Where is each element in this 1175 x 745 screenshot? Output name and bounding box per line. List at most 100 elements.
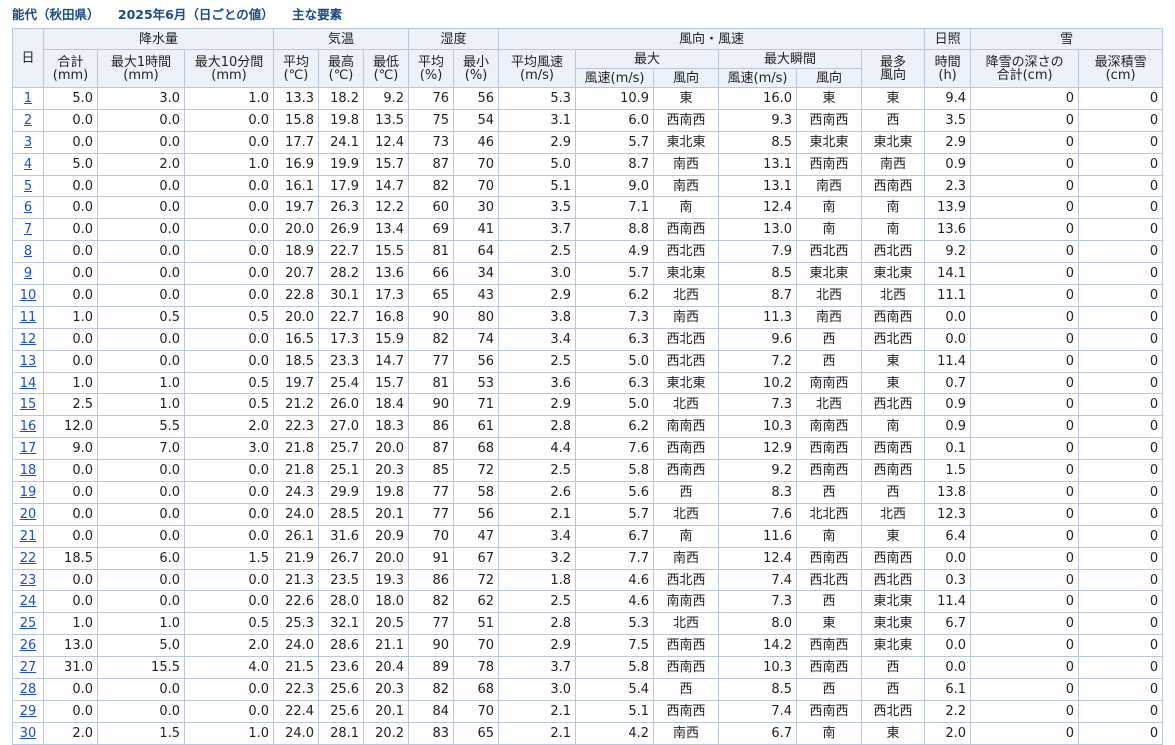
day-link[interactable]: 5 [24,179,32,194]
table-cell: 0 [970,87,1080,110]
day-link[interactable]: 22 [20,551,37,566]
day-link[interactable]: 19 [20,485,37,500]
table-cell: 2.5 [43,393,98,417]
table-cell: 21.8 [273,437,320,461]
table-cell: 14.7 [363,174,410,198]
table-cell: 8.0 [718,612,798,636]
table-cell: 西南西 [796,437,863,461]
table-cell: 3.6 [498,371,577,395]
table-cell: 0 [970,262,1080,286]
table-cell: 0.0 [183,327,275,351]
table-cell: 28.5 [318,502,365,526]
table-cell: 60 [408,196,455,220]
table-cell: 7.9 [718,240,798,264]
table-cell: 15.7 [363,152,410,176]
table-cell: 南南西 [796,371,863,395]
table-cell: 西北西 [861,327,926,351]
table-cell: 19.8 [318,108,365,132]
day-link[interactable]: 28 [20,682,37,697]
table-cell: 0 [1078,240,1164,264]
table-cell: 1.0 [183,721,275,745]
table-cell: 0 [970,678,1080,701]
day-link[interactable]: 8 [24,244,32,259]
day-link[interactable]: 11 [20,310,37,325]
table-cell: 2.8 [498,612,577,636]
table-cell: 2.0 [183,415,275,439]
day-link[interactable]: 9 [24,266,32,281]
table-cell: 6.1 [924,678,972,701]
table-cell: 5.0 [97,634,185,658]
day-link[interactable]: 6 [24,200,32,215]
table-cell: 0.0 [183,524,275,548]
day-link[interactable]: 7 [24,222,32,237]
day-link[interactable]: 30 [20,726,37,741]
table-cell: 22.6 [273,590,320,614]
day-link[interactable]: 18 [20,463,37,478]
day-link[interactable]: 15 [20,397,37,412]
table-cell: 西北西 [796,240,863,264]
table-cell: 西南西 [796,152,863,176]
day-cell: 8 [12,240,44,264]
day-link[interactable]: 16 [20,419,37,434]
table-cell: 1.0 [97,393,185,417]
day-link[interactable]: 24 [20,594,37,609]
table-cell: 12.4 [718,546,798,570]
table-cell: 26.7 [318,546,365,570]
day-link[interactable]: 3 [24,135,32,150]
day-cell: 10 [12,284,44,307]
table-cell: 70 [453,174,500,198]
table-cell: 0.0 [43,524,98,548]
table-row: 20 0.0 0.0 0.0 24.0 28.5 20.1 77 56 2.1 5.7 北西 7.6 北北… [12,502,1164,526]
table-cell: 62 [453,590,500,614]
day-link[interactable]: 27 [20,660,37,675]
header-snow: 雪 [970,28,1164,50]
table-cell: 21.3 [273,568,320,592]
table-cell: 28.6 [318,634,365,658]
header-wind-gust: 最大瞬間 [718,49,863,69]
table-cell: 82 [408,678,455,701]
table-cell: 22.4 [273,699,320,723]
day-link[interactable]: 29 [20,704,37,719]
table-cell: 東北東 [861,590,926,614]
table-cell: 9.2 [924,240,972,264]
day-link[interactable]: 26 [20,638,37,653]
day-link[interactable]: 10 [20,288,37,303]
table-cell: 28.1 [318,721,365,745]
table-cell: 6.2 [575,284,655,307]
day-link[interactable]: 23 [20,573,37,588]
day-link[interactable]: 25 [20,616,37,631]
table-row: 15 2.5 1.0 0.5 21.2 26.0 18.4 90 71 2.9 5.0 北西 7.3 北西… [12,393,1164,417]
table-cell: 西南西 [653,459,720,483]
day-link[interactable]: 4 [24,157,32,172]
table-cell: 7.0 [97,437,185,461]
table-cell: 0 [970,393,1080,417]
day-link[interactable]: 1 [24,91,32,106]
day-link[interactable]: 17 [20,441,37,456]
table-cell: 69 [408,218,455,242]
day-link[interactable]: 14 [20,376,37,391]
table-cell: 0.0 [97,459,185,483]
header-day: 日 [12,28,44,88]
day-cell: 2 [12,108,44,132]
table-cell: 0 [1078,502,1164,526]
day-link[interactable]: 2 [24,113,32,128]
day-link[interactable]: 20 [20,507,37,522]
table-cell: 2.0 [97,152,185,176]
table-cell: 8.5 [718,130,798,154]
table-cell: 5.7 [575,262,655,286]
table-cell: 26.0 [318,393,365,417]
table-cell: 0 [1078,546,1164,570]
day-link[interactable]: 21 [20,529,37,544]
table-cell: 1.0 [43,371,98,395]
table-cell: 51 [453,612,500,636]
table-cell: 0.0 [43,481,98,504]
table-cell: 0.0 [924,305,972,329]
table-row: 13 0.0 0.0 0.0 18.5 23.3 14.7 77 56 2.5 5.0 西北西 7.2 西… [12,349,1164,373]
table-cell: 西 [653,481,720,504]
table-cell: 13.6 [363,262,410,286]
day-link[interactable]: 13 [20,354,37,369]
day-link[interactable]: 12 [20,332,37,347]
table-cell: 0.5 [97,305,185,329]
table-cell: 1.0 [43,612,98,636]
day-cell: 27 [12,656,44,680]
